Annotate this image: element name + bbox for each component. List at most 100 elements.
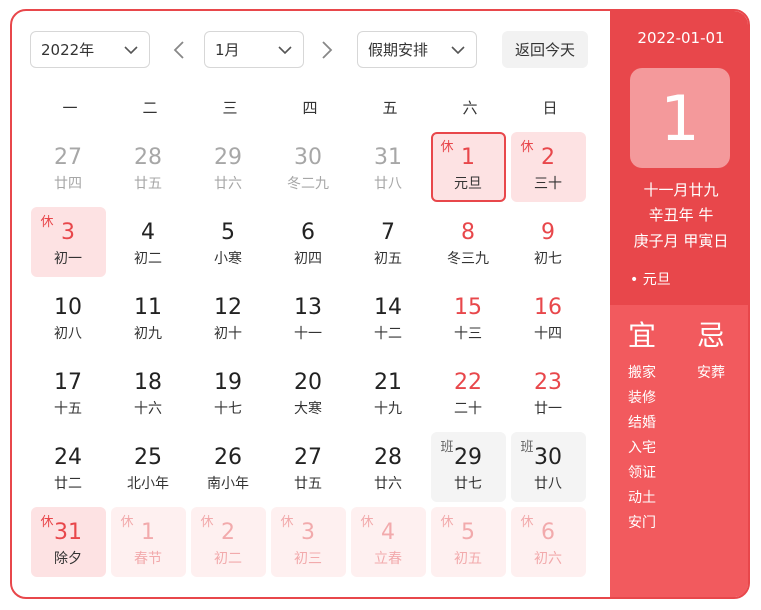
holiday-select[interactable]: 假期安排 xyxy=(357,31,477,68)
day-number: 13 xyxy=(294,295,322,320)
lunar-label: 十五 xyxy=(54,401,82,417)
day-number: 6 xyxy=(541,520,555,545)
day-cell[interactable]: 22 二十 xyxy=(431,357,506,427)
day-cell[interactable]: 31 廿八 xyxy=(351,132,426,202)
day-number: 16 xyxy=(534,295,562,320)
lunar-label: 十一 xyxy=(294,326,322,342)
yi-item: 搬家 xyxy=(628,365,656,381)
day-number: 31 xyxy=(374,145,402,170)
day-cell[interactable]: 休 1 春节 xyxy=(110,507,186,577)
lunar-label: 初八 xyxy=(54,326,82,342)
day-cell[interactable]: 休 6 初六 xyxy=(510,507,586,577)
lunar-label: 南小年 xyxy=(207,476,249,492)
lunar-label: 十二 xyxy=(374,326,402,342)
month-select[interactable]: 1月 xyxy=(204,31,304,68)
day-cell[interactable]: 班 29 廿七 xyxy=(430,432,506,502)
day-number: 28 xyxy=(374,445,402,470)
day-cell[interactable]: 休 4 立春 xyxy=(350,507,426,577)
lunar-label: 十三 xyxy=(454,326,482,342)
day-cell[interactable]: 休 3 初三 xyxy=(270,507,346,577)
day-cell[interactable]: 26 南小年 xyxy=(191,432,266,502)
day-cell[interactable]: 30 冬二九 xyxy=(271,132,346,202)
day-cell[interactable]: 24 廿二 xyxy=(31,432,106,502)
next-month-icon[interactable] xyxy=(316,39,336,61)
year-select-value: 2022年 xyxy=(41,41,95,59)
day-cell[interactable]: 27 廿四 xyxy=(31,132,106,202)
year-select[interactable]: 2022年 xyxy=(30,31,150,68)
lunar-label: 十九 xyxy=(374,401,402,417)
day-cell[interactable]: 29 廿六 xyxy=(191,132,266,202)
lunar-label: 冬二九 xyxy=(287,176,329,192)
day-cell[interactable]: 12 初十 xyxy=(191,282,266,352)
day-cell[interactable]: 17 十五 xyxy=(31,357,106,427)
lunar-month-day: 庚子月 甲寅日 xyxy=(633,232,729,250)
day-cell[interactable]: 28 廿六 xyxy=(351,432,426,502)
ji-column: 忌 安葬 xyxy=(697,319,747,386)
day-cell[interactable]: 8 冬三九 xyxy=(431,207,506,277)
lunar-label: 廿七 xyxy=(454,476,482,492)
lunar-label: 初十 xyxy=(214,326,242,342)
day-cell[interactable]: 16 十四 xyxy=(511,282,586,352)
day-number: 7 xyxy=(381,220,395,245)
day-cell[interactable]: 休 5 初五 xyxy=(430,507,506,577)
day-cell[interactable]: 19 十七 xyxy=(191,357,266,427)
month-select-value: 1月 xyxy=(215,41,240,59)
ji-item: 安葬 xyxy=(697,365,725,381)
day-cell[interactable]: 27 廿五 xyxy=(271,432,346,502)
day-number: 15 xyxy=(454,295,482,320)
day-cell[interactable]: 6 初四 xyxy=(271,207,346,277)
yi-item: 入宅 xyxy=(628,440,656,456)
day-cell[interactable]: 14 十二 xyxy=(351,282,426,352)
day-cell[interactable]: 21 十九 xyxy=(351,357,426,427)
lunar-label: 初二 xyxy=(214,551,242,567)
day-number: 25 xyxy=(134,445,162,470)
day-cell[interactable]: 25 北小年 xyxy=(111,432,186,502)
day-number: 6 xyxy=(301,220,315,245)
weekday-label: 一 xyxy=(62,99,78,117)
day-cell[interactable]: 23 廿一 xyxy=(511,357,586,427)
day-number: 1 xyxy=(461,145,475,170)
day-cell[interactable]: 10 初八 xyxy=(31,282,106,352)
day-number: 24 xyxy=(54,445,82,470)
day-cell[interactable]: 9 初七 xyxy=(511,207,586,277)
day-cell[interactable]: 5 小寒 xyxy=(191,207,266,277)
lunar-label: 小寒 xyxy=(214,251,242,267)
back-to-today-button[interactable]: 返回今天 xyxy=(502,31,588,68)
chevron-down-icon xyxy=(278,46,292,55)
day-number: 26 xyxy=(214,445,242,470)
selected-day-number: 1 xyxy=(630,68,730,168)
day-cell[interactable]: 11 初九 xyxy=(111,282,186,352)
day-number: 27 xyxy=(294,445,322,470)
chevron-down-icon xyxy=(451,46,465,55)
holiday-select-value: 假期安排 xyxy=(368,41,429,59)
lunar-label: 春节 xyxy=(134,551,162,567)
day-cell[interactable]: 休 2 三十 xyxy=(510,132,586,202)
day-number: 30 xyxy=(294,145,322,170)
lunar-label: 初六 xyxy=(534,551,562,567)
day-cell[interactable]: 13 十一 xyxy=(271,282,346,352)
yi-item: 领证 xyxy=(628,465,656,481)
day-cell[interactable]: 4 初二 xyxy=(111,207,186,277)
prev-month-icon[interactable] xyxy=(170,39,190,61)
lunar-label: 廿五 xyxy=(134,176,162,192)
day-cell[interactable]: 休 3 初一 xyxy=(30,207,106,277)
lunar-label: 初五 xyxy=(454,551,482,567)
day-cell[interactable]: 休 31 除夕 xyxy=(30,507,106,577)
holiday-name: • 元旦 xyxy=(630,272,671,288)
day-cell[interactable]: 休 1 元旦 xyxy=(430,132,506,202)
day-number: 19 xyxy=(214,370,242,395)
day-cell[interactable]: 18 十六 xyxy=(111,357,186,427)
weekday-label: 三 xyxy=(222,99,238,117)
day-cell[interactable]: 7 初五 xyxy=(351,207,426,277)
day-cell[interactable]: 20 大寒 xyxy=(271,357,346,427)
lunar-label: 初九 xyxy=(134,326,162,342)
day-cell[interactable]: 28 廿五 xyxy=(111,132,186,202)
lunar-label: 二十 xyxy=(454,401,482,417)
day-cell[interactable]: 15 十三 xyxy=(431,282,506,352)
day-number: 18 xyxy=(134,370,162,395)
day-number: 23 xyxy=(534,370,562,395)
day-number: 8 xyxy=(461,220,475,245)
day-cell[interactable]: 班 30 廿八 xyxy=(510,432,586,502)
day-cell[interactable]: 休 2 初二 xyxy=(190,507,266,577)
chevron-down-icon xyxy=(124,46,138,55)
